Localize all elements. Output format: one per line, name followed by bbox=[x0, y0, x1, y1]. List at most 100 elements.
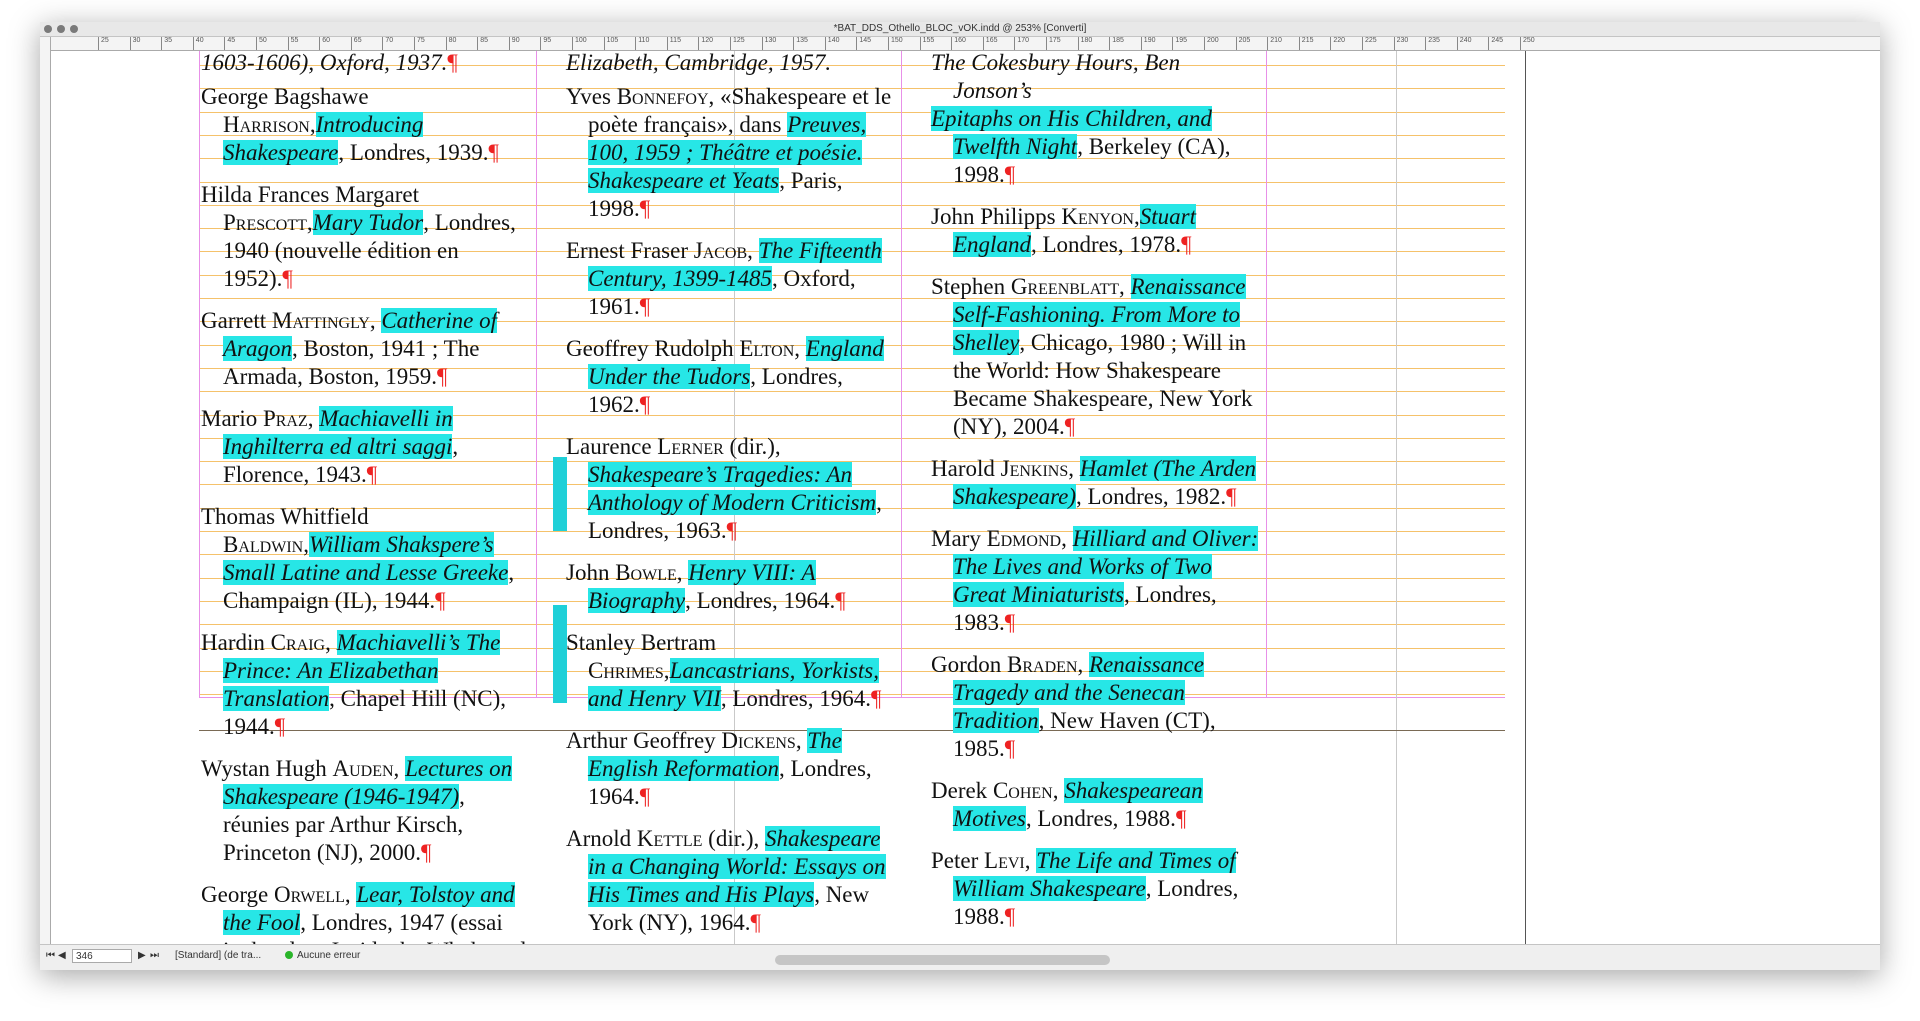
list-item: Ernest Fraser Jacob, The Fifteenth Centu… bbox=[566, 238, 882, 319]
list-item: Laurence Lerner (dir.), Shakespeare’s Tr… bbox=[566, 434, 882, 543]
list-item: Arthur Geoffrey Dickens, The English Ref… bbox=[566, 728, 872, 809]
list-item: Stephen Greenblatt, Renaissance Self-Fas… bbox=[931, 274, 1253, 439]
ruler-tick: 135 bbox=[793, 37, 808, 50]
margin-guide bbox=[1266, 51, 1267, 697]
list-item: Thomas Whitfield Baldwin,William Shakspe… bbox=[201, 504, 515, 613]
ruler-tick: 50 bbox=[256, 37, 267, 50]
ruler-tick: 235 bbox=[1425, 37, 1440, 50]
ruler-tick: 140 bbox=[824, 37, 839, 50]
column-guide bbox=[901, 51, 902, 697]
ruler-tick: 115 bbox=[666, 37, 681, 50]
ruler-guide[interactable] bbox=[1396, 51, 1397, 945]
ruler-tick: 35 bbox=[161, 37, 172, 50]
ruler-tick: 25 bbox=[98, 37, 109, 50]
list-item: Yves Bonnefoy, «Shakespeare et le poète … bbox=[566, 84, 892, 221]
vertical-ruler[interactable] bbox=[40, 37, 51, 945]
ruler-tick: 90 bbox=[508, 37, 520, 50]
list-item: Derek Cohen, Shakespearean Motives, Lond… bbox=[931, 778, 1203, 831]
list-item: Arnold Kettle (dir.), Shakespeare in a C… bbox=[566, 826, 886, 935]
ruler-tick: 75 bbox=[414, 37, 425, 50]
list-item: Peter Levi, The Life and Times of Willia… bbox=[931, 848, 1239, 929]
ruler-tick: 250 bbox=[1520, 37, 1535, 50]
preflight-status[interactable]: Aucune erreur bbox=[285, 950, 360, 961]
ruler-tick: 160 bbox=[951, 37, 966, 50]
ruler-tick: 45 bbox=[224, 37, 235, 50]
ruler-tick: 65 bbox=[350, 37, 362, 50]
ruler-tick: 130 bbox=[761, 37, 776, 50]
ruler-tick: 85 bbox=[477, 37, 488, 50]
window-title: *BAT_DDS_Othello_BLOC_vOK.indd @ 253% [C… bbox=[833, 23, 1087, 34]
ruler-tick: 200 bbox=[1204, 37, 1219, 50]
ruler-tick: 100 bbox=[572, 37, 587, 50]
title-bar: *BAT_DDS_Othello_BLOC_vOK.indd @ 253% [C… bbox=[40, 22, 1880, 37]
list-item: Mary Edmond, Hilliard and Oliver: The Li… bbox=[931, 526, 1259, 635]
list-item: Harold Jenkins, Hamlet (The Arden Shakes… bbox=[931, 456, 1257, 509]
ruler-tick: 30 bbox=[129, 37, 140, 50]
list-item: Stanley Bertram Chrimes,Lancastrians, Yo… bbox=[566, 630, 882, 711]
list-item: John Philipps Kenyon,Stuart England, Lon… bbox=[931, 204, 1196, 257]
text-column-3[interactable]: The Cokesbury Hours, Ben Jonson’s Epitap… bbox=[931, 51, 1261, 945]
list-item: George Orwell, Lear, Tolstoy and the Foo… bbox=[201, 882, 526, 945]
ruler-tick: 125 bbox=[730, 37, 745, 50]
list-item: Hardin Craig, Machiavelli’s The Prince: … bbox=[201, 630, 507, 739]
list-item: 1603-1606), Oxford, 1937.¶ bbox=[201, 51, 458, 75]
ruler-tick: 145 bbox=[856, 37, 871, 50]
ruler-tick: 70 bbox=[382, 37, 393, 50]
document-canvas[interactable]: 1603-1606), Oxford, 1937.¶ George Bagsha… bbox=[51, 51, 1880, 945]
ruler-tick: 230 bbox=[1393, 37, 1408, 50]
ruler-tick: 195 bbox=[1172, 37, 1187, 50]
list-item: George Bagshawe Harrison,Introducing Sha… bbox=[201, 84, 499, 165]
list-item: Hilda Frances Margaret Prescott,Mary Tud… bbox=[201, 182, 516, 291]
ruler-tick: 225 bbox=[1362, 37, 1377, 50]
ruler-tick: 95 bbox=[540, 37, 551, 50]
list-item: Geoffrey Rudolph Elton, England Under th… bbox=[566, 336, 884, 417]
list-item: John Bowle, Henry VIII: A Biography, Lon… bbox=[566, 560, 846, 613]
horizontal-scrollbar[interactable] bbox=[775, 955, 1110, 965]
ruler-tick: 215 bbox=[1298, 37, 1313, 50]
ruler-tick: 105 bbox=[603, 37, 618, 50]
page-number-field[interactable]: 346 bbox=[72, 949, 132, 963]
ruler-tick: 205 bbox=[1235, 37, 1250, 50]
next-page-icon[interactable]: ▶ bbox=[138, 950, 146, 961]
ruler-tick: 55 bbox=[287, 37, 298, 50]
list-item: Elizabeth, Cambridge, 1957. bbox=[566, 51, 832, 75]
ruler-tick: 245 bbox=[1488, 37, 1503, 50]
list-item: The Cokesbury Hours, Ben Jonson’s bbox=[931, 51, 1181, 103]
ruler-tick: 40 bbox=[192, 37, 204, 50]
ruler-tick: 210 bbox=[1267, 37, 1282, 50]
margin-guide bbox=[199, 51, 200, 697]
change-bar bbox=[553, 457, 567, 531]
list-item: Gordon Braden, Renaissance Tragedy and t… bbox=[931, 652, 1216, 761]
ruler-tick: 120 bbox=[698, 37, 713, 50]
list-item: Garrett Mattingly, Catherine of Aragon, … bbox=[201, 308, 497, 389]
indesign-window: *BAT_DDS_Othello_BLOC_vOK.indd @ 253% [C… bbox=[40, 22, 1880, 970]
list-item: Epitaphs on His Children, and Twelfth Ni… bbox=[931, 106, 1231, 187]
text-column-1[interactable]: 1603-1606), Oxford, 1937.¶ George Bagsha… bbox=[201, 51, 531, 945]
ruler-tick: 175 bbox=[1046, 37, 1061, 50]
prev-page-icon[interactable]: ◀ bbox=[58, 950, 66, 961]
ruler-tick: 185 bbox=[1109, 37, 1124, 50]
ruler-tick: 190 bbox=[1140, 37, 1155, 50]
ruler-tick: 60 bbox=[319, 37, 330, 50]
ruler-tick: 155 bbox=[919, 37, 934, 50]
horizontal-ruler[interactable]: 25 30 35 40 45 50 55 60 65 70 75 80 85 90 95 100 105 110 1… bbox=[50, 37, 1880, 51]
last-page-icon[interactable]: ⏭ bbox=[150, 950, 159, 961]
change-bar bbox=[553, 605, 567, 703]
ruler-tick: 180 bbox=[1077, 37, 1092, 50]
list-item: Wystan Hugh Auden, Lectures on Shakespea… bbox=[201, 756, 513, 865]
preflight-ok-icon bbox=[285, 951, 293, 960]
ruler-tick: 110 bbox=[635, 37, 649, 50]
style-dropdown[interactable]: [Standard] (de tra... bbox=[175, 950, 261, 961]
ruler-tick: 165 bbox=[982, 37, 997, 50]
ruler-tick: 150 bbox=[888, 37, 903, 50]
status-bar: ⏮ ◀ 346 ▶ ⏭ [Standard] (de tra... Aucune… bbox=[40, 944, 1880, 970]
ruler-tick: 240 bbox=[1456, 37, 1471, 50]
first-page-icon[interactable]: ⏮ bbox=[46, 950, 55, 961]
text-column-2[interactable]: Elizabeth, Cambridge, 1957. Yves Bonnefo… bbox=[566, 51, 896, 945]
pasteboard-edge bbox=[1525, 51, 1526, 945]
ruler-tick: 80 bbox=[445, 37, 456, 50]
ruler-tick: 220 bbox=[1330, 37, 1345, 50]
list-item: Mario Praz, Machiavelli in Inghilterra e… bbox=[201, 406, 459, 487]
column-guide bbox=[536, 51, 537, 697]
ruler-tick: 170 bbox=[1014, 37, 1029, 50]
